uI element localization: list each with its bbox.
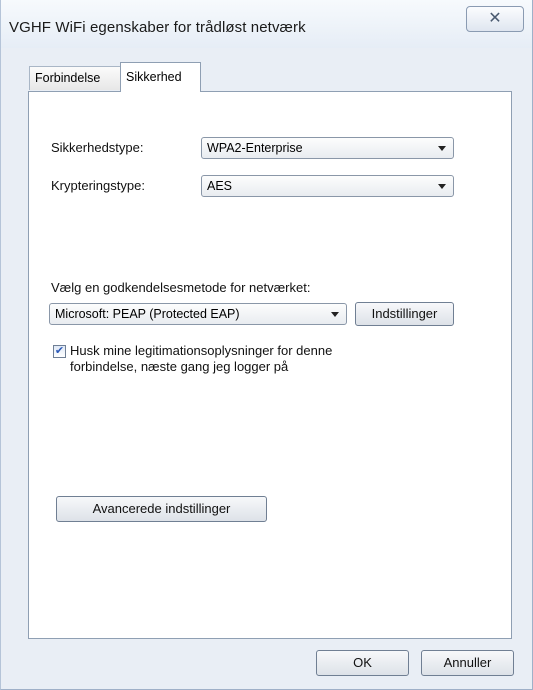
auth-method-prompt: Vælg en godkendelsesmetode for netværket…: [51, 280, 311, 295]
chevron-down-icon: [331, 312, 339, 317]
auth-method-dropdown[interactable]: Microsoft: PEAP (Protected EAP): [49, 303, 347, 325]
chevron-down-icon: [438, 184, 446, 189]
advanced-settings-button[interactable]: Avancerede indstillinger: [56, 496, 267, 522]
security-type-dropdown[interactable]: WPA2-Enterprise: [201, 137, 454, 159]
cancel-button[interactable]: Annuller: [421, 650, 514, 676]
security-tab-panel: Sikkerhedstype: WPA2-Enterprise Krypteri…: [28, 91, 512, 639]
remember-credentials-label-line1[interactable]: Husk mine legitimationsoplysninger for d…: [70, 343, 332, 359]
tab-forbindelse[interactable]: Forbindelse: [29, 66, 121, 90]
ok-button[interactable]: OK: [316, 650, 409, 676]
encryption-type-value: AES: [207, 179, 233, 193]
security-type-label: Sikkerhedstype:: [51, 140, 144, 155]
close-button[interactable]: ✕: [466, 6, 524, 32]
security-type-value: WPA2-Enterprise: [207, 141, 303, 155]
chevron-down-icon: [438, 146, 446, 151]
title-bar: VGHF WiFi egenskaber for trådløst netvær…: [1, 0, 532, 48]
remember-credentials-checkbox[interactable]: ✔: [53, 345, 66, 358]
settings-button[interactable]: Indstillinger: [355, 302, 454, 326]
encryption-type-label: Krypteringstype:: [51, 178, 145, 193]
auth-method-value: Microsoft: PEAP (Protected EAP): [55, 307, 240, 321]
checkmark-icon: ✔: [54, 345, 65, 357]
window-title: VGHF WiFi egenskaber for trådløst netvær…: [9, 19, 306, 36]
tab-sikkerhed[interactable]: Sikkerhed: [120, 62, 201, 92]
properties-dialog: VGHF WiFi egenskaber for trådløst netvær…: [0, 0, 533, 690]
encryption-type-dropdown[interactable]: AES: [201, 175, 454, 197]
remember-credentials-label-line2[interactable]: forbindelse, næste gang jeg logger på: [70, 359, 288, 375]
close-icon: ✕: [488, 10, 502, 27]
